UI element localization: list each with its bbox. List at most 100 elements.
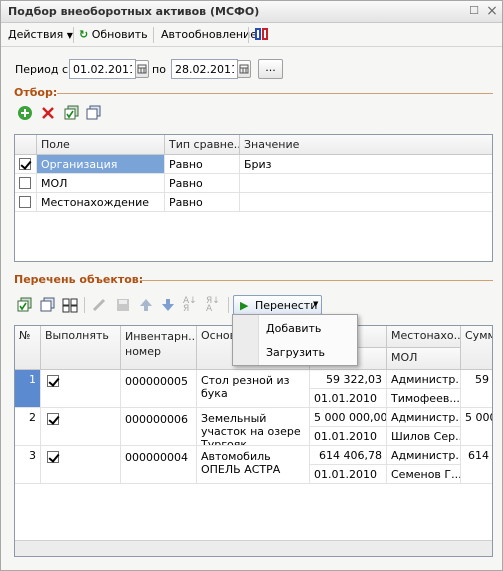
filter-value-cell[interactable]: Бриз: [240, 155, 492, 174]
mol-cell[interactable]: Шилов Сер...: [387, 427, 461, 446]
sum-cell[interactable]: 5 000: [461, 408, 492, 446]
move-button[interactable]: ▶ Перенести ▼: [233, 295, 322, 315]
date-cell[interactable]: 01.01.2010: [310, 465, 387, 484]
close-icon[interactable]: ×: [485, 4, 499, 18]
auto-refresh-button[interactable]: Автообновление: [161, 28, 257, 41]
window: Подбор внеоборотных активов (МСФО) ☐ × Д…: [0, 0, 503, 571]
divider: [228, 297, 229, 313]
check-all-icon[interactable]: [17, 297, 33, 313]
asset-name-cell[interactable]: Автомобиль ОПЕЛЬ АСТРА: [197, 446, 310, 484]
filter-value-cell[interactable]: [240, 174, 492, 193]
table-header[interactable]: Тип сравне...: [165, 135, 240, 155]
divider: [140, 280, 493, 281]
report-icon[interactable]: [254, 26, 270, 42]
inventory-cell[interactable]: 000000006: [121, 408, 197, 446]
filter-compare-cell[interactable]: Равно: [165, 193, 240, 212]
asset-name-cell[interactable]: Земельный участок на озере Тургояк: [197, 408, 310, 446]
checkbox[interactable]: [47, 375, 59, 387]
checkbox-cell: [41, 446, 121, 484]
refresh-icon: ↻: [79, 28, 89, 41]
location-cell[interactable]: Администр...: [387, 370, 461, 389]
delete-icon[interactable]: [40, 105, 56, 121]
sum-cell[interactable]: 614: [461, 446, 492, 484]
inventory-header-line2: номер: [125, 345, 161, 358]
filter-field-cell[interactable]: Организация: [37, 155, 165, 174]
divider: [153, 27, 154, 43]
period-to-label: по: [152, 63, 166, 76]
period-to-input[interactable]: [171, 59, 238, 79]
title-bar: Подбор внеоборотных активов (МСФО) ☐ ×: [1, 1, 502, 23]
inventory-cell[interactable]: 000000004: [121, 446, 197, 484]
table-header[interactable]: Местонахо...: [387, 326, 461, 348]
filter-field-cell[interactable]: Местонахождение: [37, 193, 165, 212]
window-title: Подбор внеоборотных активов (МСФО): [8, 5, 260, 18]
row-number: 2: [15, 408, 41, 446]
amount-cell[interactable]: 59 322,03: [310, 370, 387, 389]
date-cell[interactable]: 01.01.2010: [310, 427, 387, 446]
period-label: Период с: [15, 63, 69, 76]
sum-cell[interactable]: 59: [461, 370, 492, 408]
filter-value-cell[interactable]: [240, 193, 492, 212]
refresh-label: Обновить: [91, 28, 148, 41]
table-header[interactable]: Сумма: [461, 326, 492, 370]
mol-cell[interactable]: Тимофеев...: [387, 389, 461, 408]
actions-label: Действия: [8, 28, 64, 41]
checkbox[interactable]: [19, 177, 31, 189]
table-header: [15, 135, 37, 155]
save-icon[interactable]: [115, 297, 131, 313]
horizontal-scrollbar[interactable]: [15, 540, 492, 556]
table-header[interactable]: МОЛ: [387, 348, 461, 370]
checkbox-cell: [41, 408, 121, 446]
table-header[interactable]: Выполнять: [41, 326, 121, 370]
edit-icon[interactable]: [91, 297, 107, 313]
divider: [57, 93, 493, 94]
mol-cell[interactable]: Семенов Г...: [387, 465, 461, 484]
move-up-icon[interactable]: [138, 297, 154, 313]
add-icon[interactable]: [17, 105, 33, 121]
play-icon: ▶: [240, 299, 249, 312]
objects-section-title: Перечень объектов:: [14, 273, 144, 286]
checkbox[interactable]: [19, 158, 31, 170]
checkbox[interactable]: [47, 413, 59, 425]
sort-ascending-icon[interactable]: A↓ Я: [183, 297, 199, 314]
row-number: 1: [15, 370, 41, 408]
period-select-button[interactable]: ...: [258, 59, 283, 79]
actions-menu[interactable]: Действия ▼: [8, 28, 73, 41]
menu-item-add[interactable]: Добавить: [233, 317, 357, 339]
amount-cell[interactable]: 614 406,78: [310, 446, 387, 465]
table-header[interactable]: №: [15, 326, 41, 370]
period-from-input[interactable]: [69, 59, 136, 79]
menu-item-load[interactable]: Загрузить: [233, 341, 357, 363]
refresh-button[interactable]: ↻ Обновить: [79, 28, 148, 41]
checkbox-cell: [15, 174, 37, 193]
uncheck-all-icon[interactable]: [86, 105, 102, 121]
table-header[interactable]: Инвентарн... номер: [121, 326, 197, 370]
location-cell[interactable]: Администр...: [387, 408, 461, 427]
table-header[interactable]: Поле: [37, 135, 165, 155]
filter-section-title: Отбор:: [14, 86, 58, 99]
sort-descending-icon[interactable]: Я↓ A: [206, 297, 222, 314]
invert-selection-icon[interactable]: [62, 297, 78, 313]
checkbox[interactable]: [19, 196, 31, 208]
filter-table: Поле Тип сравне... Значение Организация …: [14, 134, 493, 262]
command-bar: Действия ▼ ↻ Обновить Автообновление: [1, 23, 502, 47]
check-all-icon[interactable]: [64, 105, 80, 121]
move-dropdown-menu: Добавить Загрузить: [232, 314, 358, 366]
maximize-icon[interactable]: ☐: [467, 4, 481, 18]
asset-name-cell[interactable]: Стол резной из бука: [197, 370, 310, 408]
checkbox-cell: [15, 155, 37, 174]
filter-compare-cell[interactable]: Равно: [165, 174, 240, 193]
inventory-cell[interactable]: 000000005: [121, 370, 197, 408]
uncheck-all-icon[interactable]: [40, 297, 56, 313]
location-cell[interactable]: Администр...: [387, 446, 461, 465]
calendar-icon[interactable]: [237, 60, 251, 78]
move-down-icon[interactable]: [160, 297, 176, 313]
date-cell[interactable]: 01.01.2010: [310, 389, 387, 408]
filter-field-cell[interactable]: МОЛ: [37, 174, 165, 193]
table-header[interactable]: Значение: [240, 135, 492, 155]
calendar-icon[interactable]: [135, 60, 149, 78]
checkbox-cell: [15, 193, 37, 212]
filter-compare-cell[interactable]: Равно: [165, 155, 240, 174]
checkbox[interactable]: [47, 451, 59, 463]
amount-cell[interactable]: 5 000 000,00: [310, 408, 387, 427]
